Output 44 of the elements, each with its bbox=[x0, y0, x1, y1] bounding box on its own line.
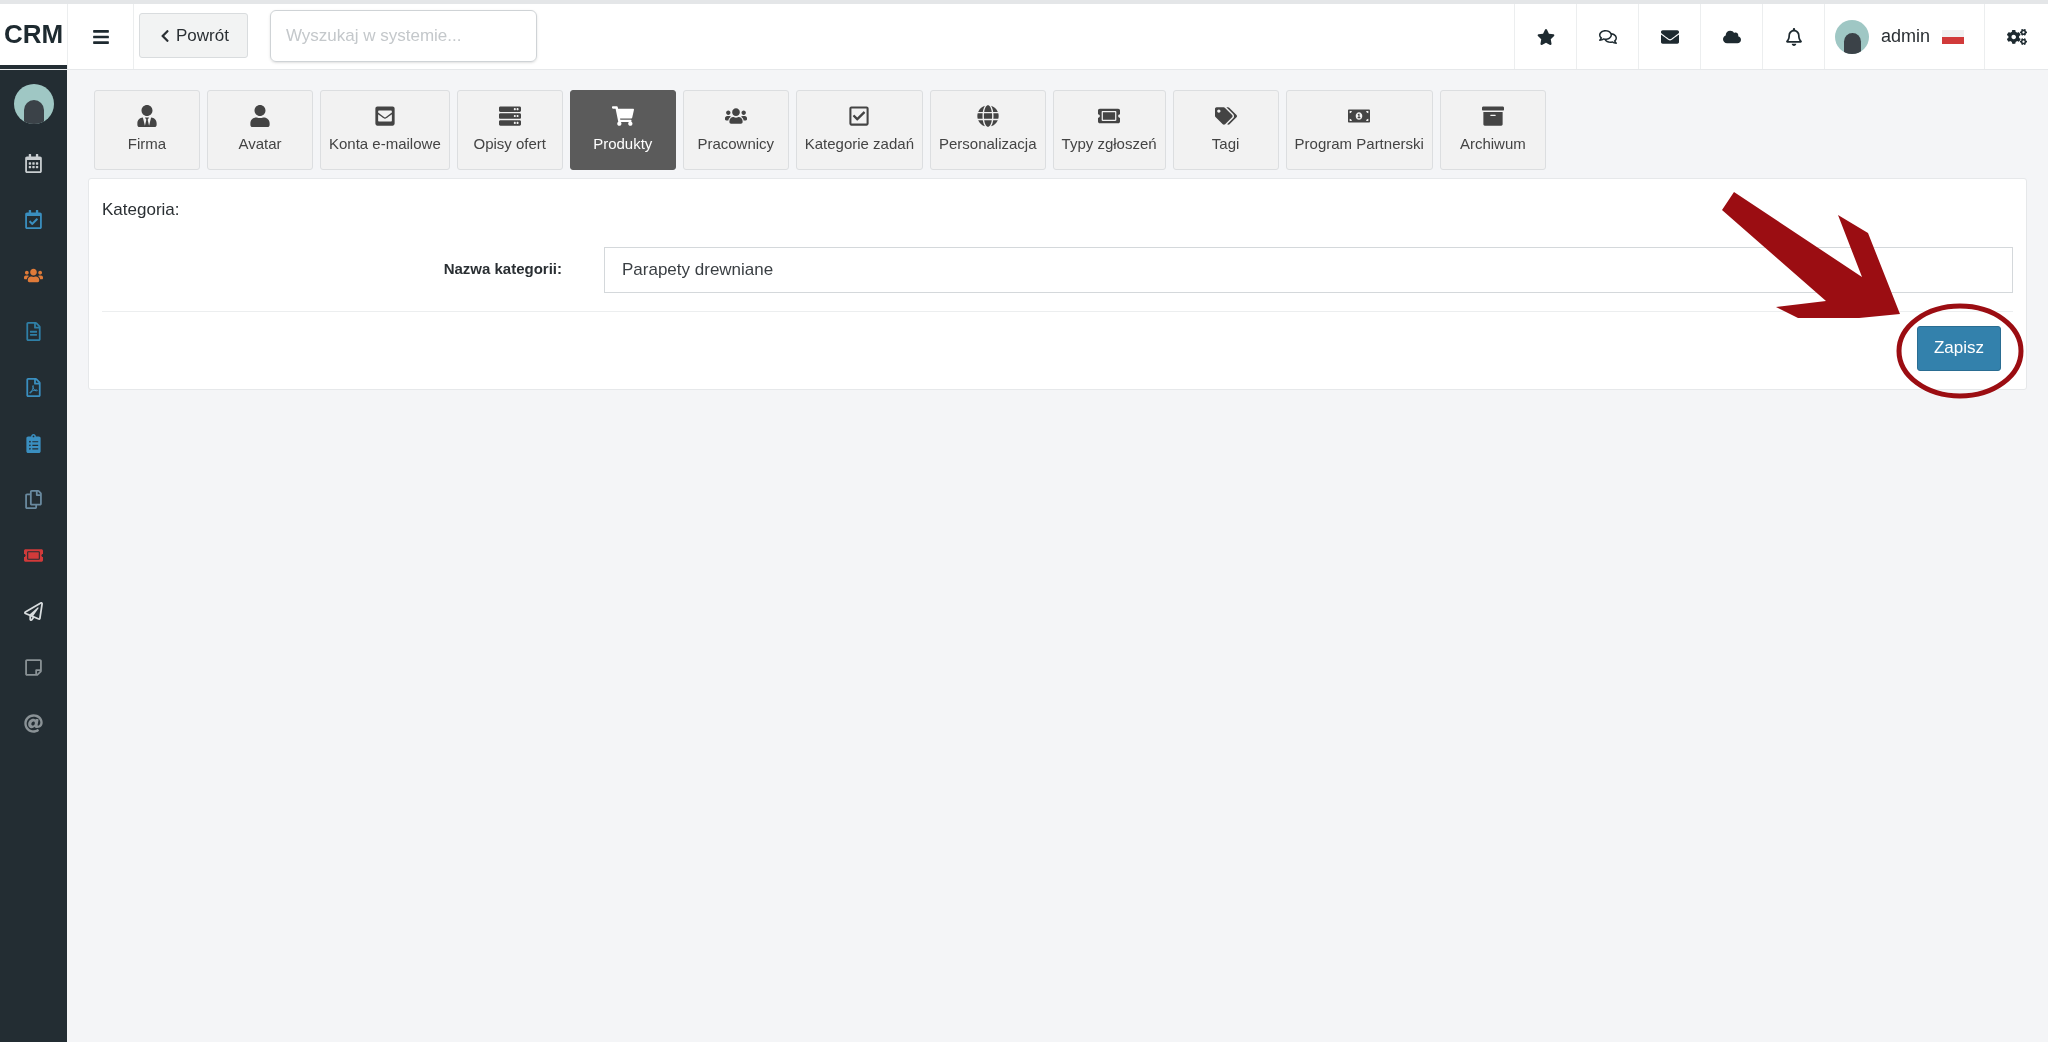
settings-tab[interactable]: Kategorie zadań bbox=[795, 90, 923, 170]
settings-tab[interactable]: Opisy ofert bbox=[456, 90, 563, 170]
at-sign-icon[interactable] bbox=[24, 714, 43, 733]
settings-tab[interactable]: Typy zgłoszeń bbox=[1052, 90, 1166, 170]
avatar bbox=[1835, 19, 1869, 54]
ticket-icon[interactable] bbox=[24, 546, 43, 565]
settings-tab[interactable]: Avatar bbox=[207, 90, 313, 170]
copy-icon[interactable] bbox=[24, 490, 43, 509]
settings-tab[interactable]: Personalizacja bbox=[930, 90, 1046, 170]
tags-icon bbox=[1214, 104, 1237, 127]
settings-tab[interactable]: Tagi bbox=[1172, 90, 1279, 170]
archive-icon bbox=[1481, 104, 1504, 127]
server-icon bbox=[498, 104, 521, 127]
user-icon bbox=[249, 104, 271, 127]
avatar bbox=[13, 84, 54, 124]
settings-tab[interactable]: Konta e-mailowe bbox=[320, 90, 450, 170]
search-field[interactable]: Wyszukaj w systemie... bbox=[269, 10, 537, 62]
pdf-file-icon[interactable] bbox=[24, 378, 43, 397]
note-icon[interactable] bbox=[24, 658, 43, 677]
settings-tab[interactable]: Firma bbox=[94, 90, 200, 170]
category-name-field[interactable]: Parapety drewniane bbox=[604, 246, 2013, 293]
calendar-check-icon[interactable] bbox=[24, 210, 43, 229]
cart-icon bbox=[611, 104, 634, 127]
settings-tab[interactable]: Archiwum bbox=[1439, 90, 1546, 170]
back-button[interactable]: Powrót bbox=[139, 13, 248, 58]
globe-icon bbox=[976, 104, 999, 127]
envelope-icon bbox=[373, 104, 396, 127]
checkbox-icon bbox=[848, 104, 871, 127]
field-label: Nazwa kategorii: bbox=[442, 259, 562, 280]
form-title: Kategoria: bbox=[102, 199, 181, 221]
paper-plane-icon[interactable] bbox=[24, 602, 43, 621]
settings-tab[interactable]: Pracownicy bbox=[682, 90, 789, 170]
tie-icon bbox=[136, 104, 158, 127]
user-name[interactable]: admin bbox=[1881, 23, 1931, 50]
settings-tab[interactable]: Produkty bbox=[569, 90, 676, 170]
document-icon[interactable] bbox=[24, 322, 43, 341]
users-icon[interactable] bbox=[24, 266, 43, 285]
menu-icon bbox=[91, 27, 110, 46]
settings-tab[interactable]: Program Partnerski bbox=[1285, 90, 1433, 170]
flag-icon bbox=[1942, 29, 1965, 44]
save-button[interactable]: Zapisz bbox=[1916, 325, 2001, 371]
clipboard-icon[interactable] bbox=[24, 434, 43, 453]
menu-button[interactable] bbox=[67, 4, 134, 69]
calendar-icon[interactable] bbox=[24, 154, 43, 173]
